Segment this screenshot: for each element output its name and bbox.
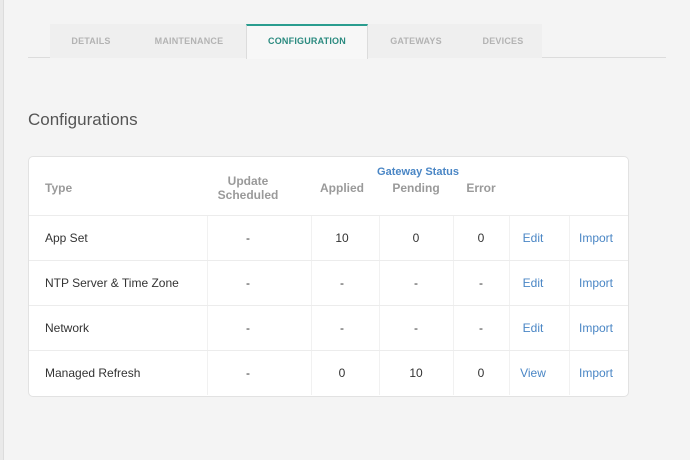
column-header-update-line2: Scheduled [217, 188, 279, 202]
cell-applied: - [340, 276, 344, 290]
column-header-applied: Applied [320, 181, 364, 195]
cell-applied: 10 [335, 231, 349, 245]
edit-link[interactable]: Edit [509, 216, 557, 260]
column-header-error: Error [466, 181, 496, 195]
cell-pending: - [414, 321, 418, 335]
cell-type: Network [45, 321, 90, 335]
table-row: App Set - 10 0 0 Edit Import [29, 215, 628, 260]
cell-update-scheduled: - [246, 276, 250, 290]
import-link[interactable]: Import [569, 306, 623, 350]
import-link[interactable]: Import [569, 216, 623, 260]
cell-type: NTP Server & Time Zone [45, 276, 179, 290]
view-link[interactable]: View [509, 351, 557, 395]
column-header-update-scheduled: Update Scheduled [207, 174, 289, 202]
tab-details[interactable]: DETAILS [50, 24, 132, 58]
import-link[interactable]: Import [569, 261, 623, 305]
cell-update-scheduled: - [246, 231, 250, 245]
tab-gateways[interactable]: GATEWAYS [368, 24, 464, 58]
configurations-table: Type Update Scheduled Applied Gateway St… [28, 156, 629, 397]
tab-configuration[interactable]: CONFIGURATION [246, 24, 368, 59]
cell-pending: 10 [409, 366, 423, 380]
left-panel-edge [0, 0, 4, 460]
cell-type: App Set [45, 231, 88, 245]
cell-pending: 0 [412, 231, 420, 245]
column-group-gateway-status: Gateway Status [377, 166, 459, 178]
column-header-type: Type [45, 181, 73, 195]
cell-error: - [479, 276, 483, 290]
cell-update-scheduled: - [246, 366, 250, 380]
column-header-update-line1: Update [227, 174, 269, 188]
edit-link[interactable]: Edit [509, 306, 557, 350]
cell-applied: 0 [338, 366, 346, 380]
table-row: Network - - - - Edit Import [29, 305, 628, 350]
cell-error: 0 [477, 231, 485, 245]
cell-applied: - [340, 321, 344, 335]
section-title: Configurations [28, 110, 138, 129]
cell-error: 0 [477, 366, 485, 380]
import-link[interactable]: Import [569, 351, 623, 395]
cell-type: Managed Refresh [45, 366, 141, 380]
cell-update-scheduled: - [246, 321, 250, 335]
edit-link[interactable]: Edit [509, 261, 557, 305]
table-row: Managed Refresh - 0 10 0 View Import [29, 350, 628, 395]
tab-bar: DETAILS MAINTENANCE CONFIGURATION GATEWA… [28, 24, 666, 59]
column-header-pending: Pending [392, 181, 440, 195]
table-row: NTP Server & Time Zone - - - - Edit Impo… [29, 260, 628, 305]
cell-pending: - [414, 276, 418, 290]
cell-error: - [479, 321, 483, 335]
tab-devices[interactable]: DEVICES [464, 24, 542, 58]
tab-maintenance[interactable]: MAINTENANCE [132, 24, 246, 58]
